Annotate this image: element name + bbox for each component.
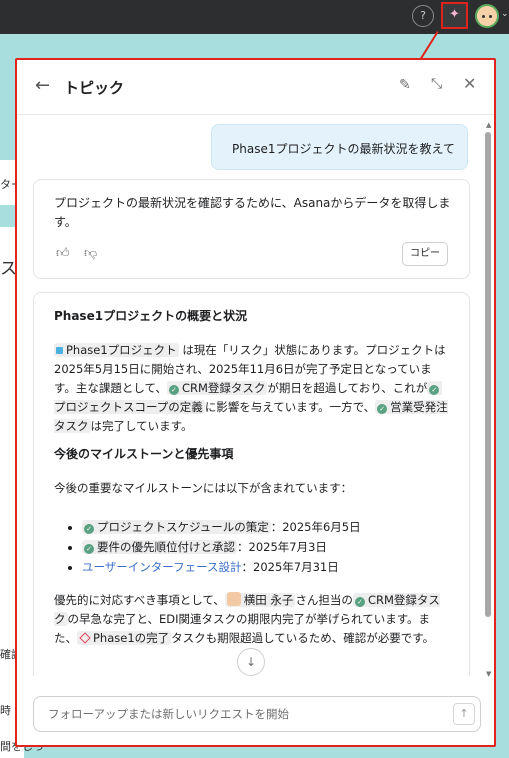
user-avatar[interactable] xyxy=(475,4,499,28)
help-button[interactable]: ? xyxy=(412,5,434,27)
check-circle-icon: ✓ xyxy=(168,385,179,395)
user-message: Phase1プロジェクトの最新状況を教えて xyxy=(211,124,468,170)
edit-icon[interactable]: ✎ xyxy=(399,77,411,93)
background-app-right xyxy=(496,34,509,758)
person-chip[interactable]: 横田 永子 xyxy=(224,592,296,607)
sparkle-icon[interactable]: ✦ xyxy=(441,2,468,29)
background-row xyxy=(0,205,16,227)
project-chip[interactable]: Phase1プロジェクト xyxy=(54,343,179,357)
project-color-icon xyxy=(56,347,63,354)
list-item: ✓プロジェクトスケジュールの策定：2025年6月5日 xyxy=(82,517,450,537)
check-circle-icon: ✓ xyxy=(84,524,94,534)
conversation-area[interactable]: Phase1プロジェクトの最新状況を教えて プロジェクトの最新状況を確認するため… xyxy=(17,116,494,676)
thumbs-up-icon[interactable]: 👍︎ xyxy=(56,246,70,261)
check-circle-icon: ✓ xyxy=(84,544,94,554)
answer-heading: 今後のマイルストーンと優先事項 xyxy=(54,447,234,461)
scroll-up-icon[interactable]: ▲ xyxy=(486,121,491,129)
top-bar: ? ✦ ⌄ xyxy=(0,0,509,34)
milestone-chip[interactable]: ✓ 要件の優先順位付けと承認 xyxy=(82,540,237,554)
copy-button[interactable]: コピー xyxy=(402,242,448,266)
milestone-link[interactable]: ユーザーインターフェース設計 xyxy=(82,560,242,574)
milestone-chip[interactable]: ✓ プロジェクトスケジュールの策定 xyxy=(82,520,271,534)
scrollbar-thumb[interactable] xyxy=(485,132,491,617)
background-text: 時 xyxy=(0,704,11,717)
answer-paragraph: 今後の重要なマイルストーンには以下が含まれています： xyxy=(54,481,353,495)
chevron-down-icon[interactable]: ⌄ xyxy=(501,9,509,19)
answer-paragraph: Phase1プロジェクト は現在「リスク」状態にあります。プロジェクトは2025… xyxy=(54,343,448,433)
topic-panel: ← トピック ✎ ⤡ ✕ Phase1プロジェクトの最新状況を教えて プロジェク… xyxy=(15,58,496,747)
close-icon[interactable]: ✕ xyxy=(463,74,476,93)
arrow-up-icon[interactable]: ↑ xyxy=(453,703,475,725)
follow-up-input[interactable] xyxy=(46,705,436,723)
scroll-down-button[interactable]: ↓ xyxy=(237,648,265,676)
assistant-intro-text: プロジェクトの最新状況を確認するために、Asanaからデータを取得します。 xyxy=(54,196,451,229)
scroll-down-icon[interactable]: ▼ xyxy=(486,670,491,678)
assistant-answer: Phase1プロジェクトの概要と状況 Phase1プロジェクト は現在「リスク」… xyxy=(33,292,470,676)
assistant-message: プロジェクトの最新状況を確認するために、Asanaからデータを取得します。 👍︎… xyxy=(33,179,470,279)
back-arrow-icon[interactable]: ← xyxy=(35,75,50,96)
list-item: ユーザーインターフェース設計：2025年7月31日 xyxy=(82,557,450,577)
list-item: ✓要件の優先順位付けと承認：2025年7月3日 xyxy=(82,537,450,557)
milestone-chip[interactable]: Phase1の完了 xyxy=(77,631,172,645)
task-chip[interactable]: ✓ CRM登録タスク xyxy=(166,381,268,395)
panel-header: ← トピック ✎ ⤡ ✕ xyxy=(17,60,494,115)
answer-paragraph: 優先的に対応すべき事項として、 横田 永子 さん担当の ✓ CRM登録タスク の早急な完了… xyxy=(54,592,440,645)
composer: ↑ xyxy=(33,696,481,732)
milestone-diamond-icon xyxy=(79,632,91,644)
thumbs-down-icon[interactable]: 👎︎ xyxy=(84,246,97,261)
check-circle-icon: ✓ xyxy=(429,385,440,395)
panel-title: トピック xyxy=(64,79,125,97)
milestone-list: ✓プロジェクトスケジュールの策定：2025年6月5日 ✓要件の優先順位付けと承認… xyxy=(54,517,450,577)
collapse-icon[interactable]: ⤡ xyxy=(431,76,442,92)
check-circle-icon: ✓ xyxy=(377,404,388,414)
check-circle-icon: ✓ xyxy=(354,597,365,607)
answer-heading: Phase1プロジェクトの概要と状況 xyxy=(54,309,248,323)
person-avatar xyxy=(226,592,241,606)
